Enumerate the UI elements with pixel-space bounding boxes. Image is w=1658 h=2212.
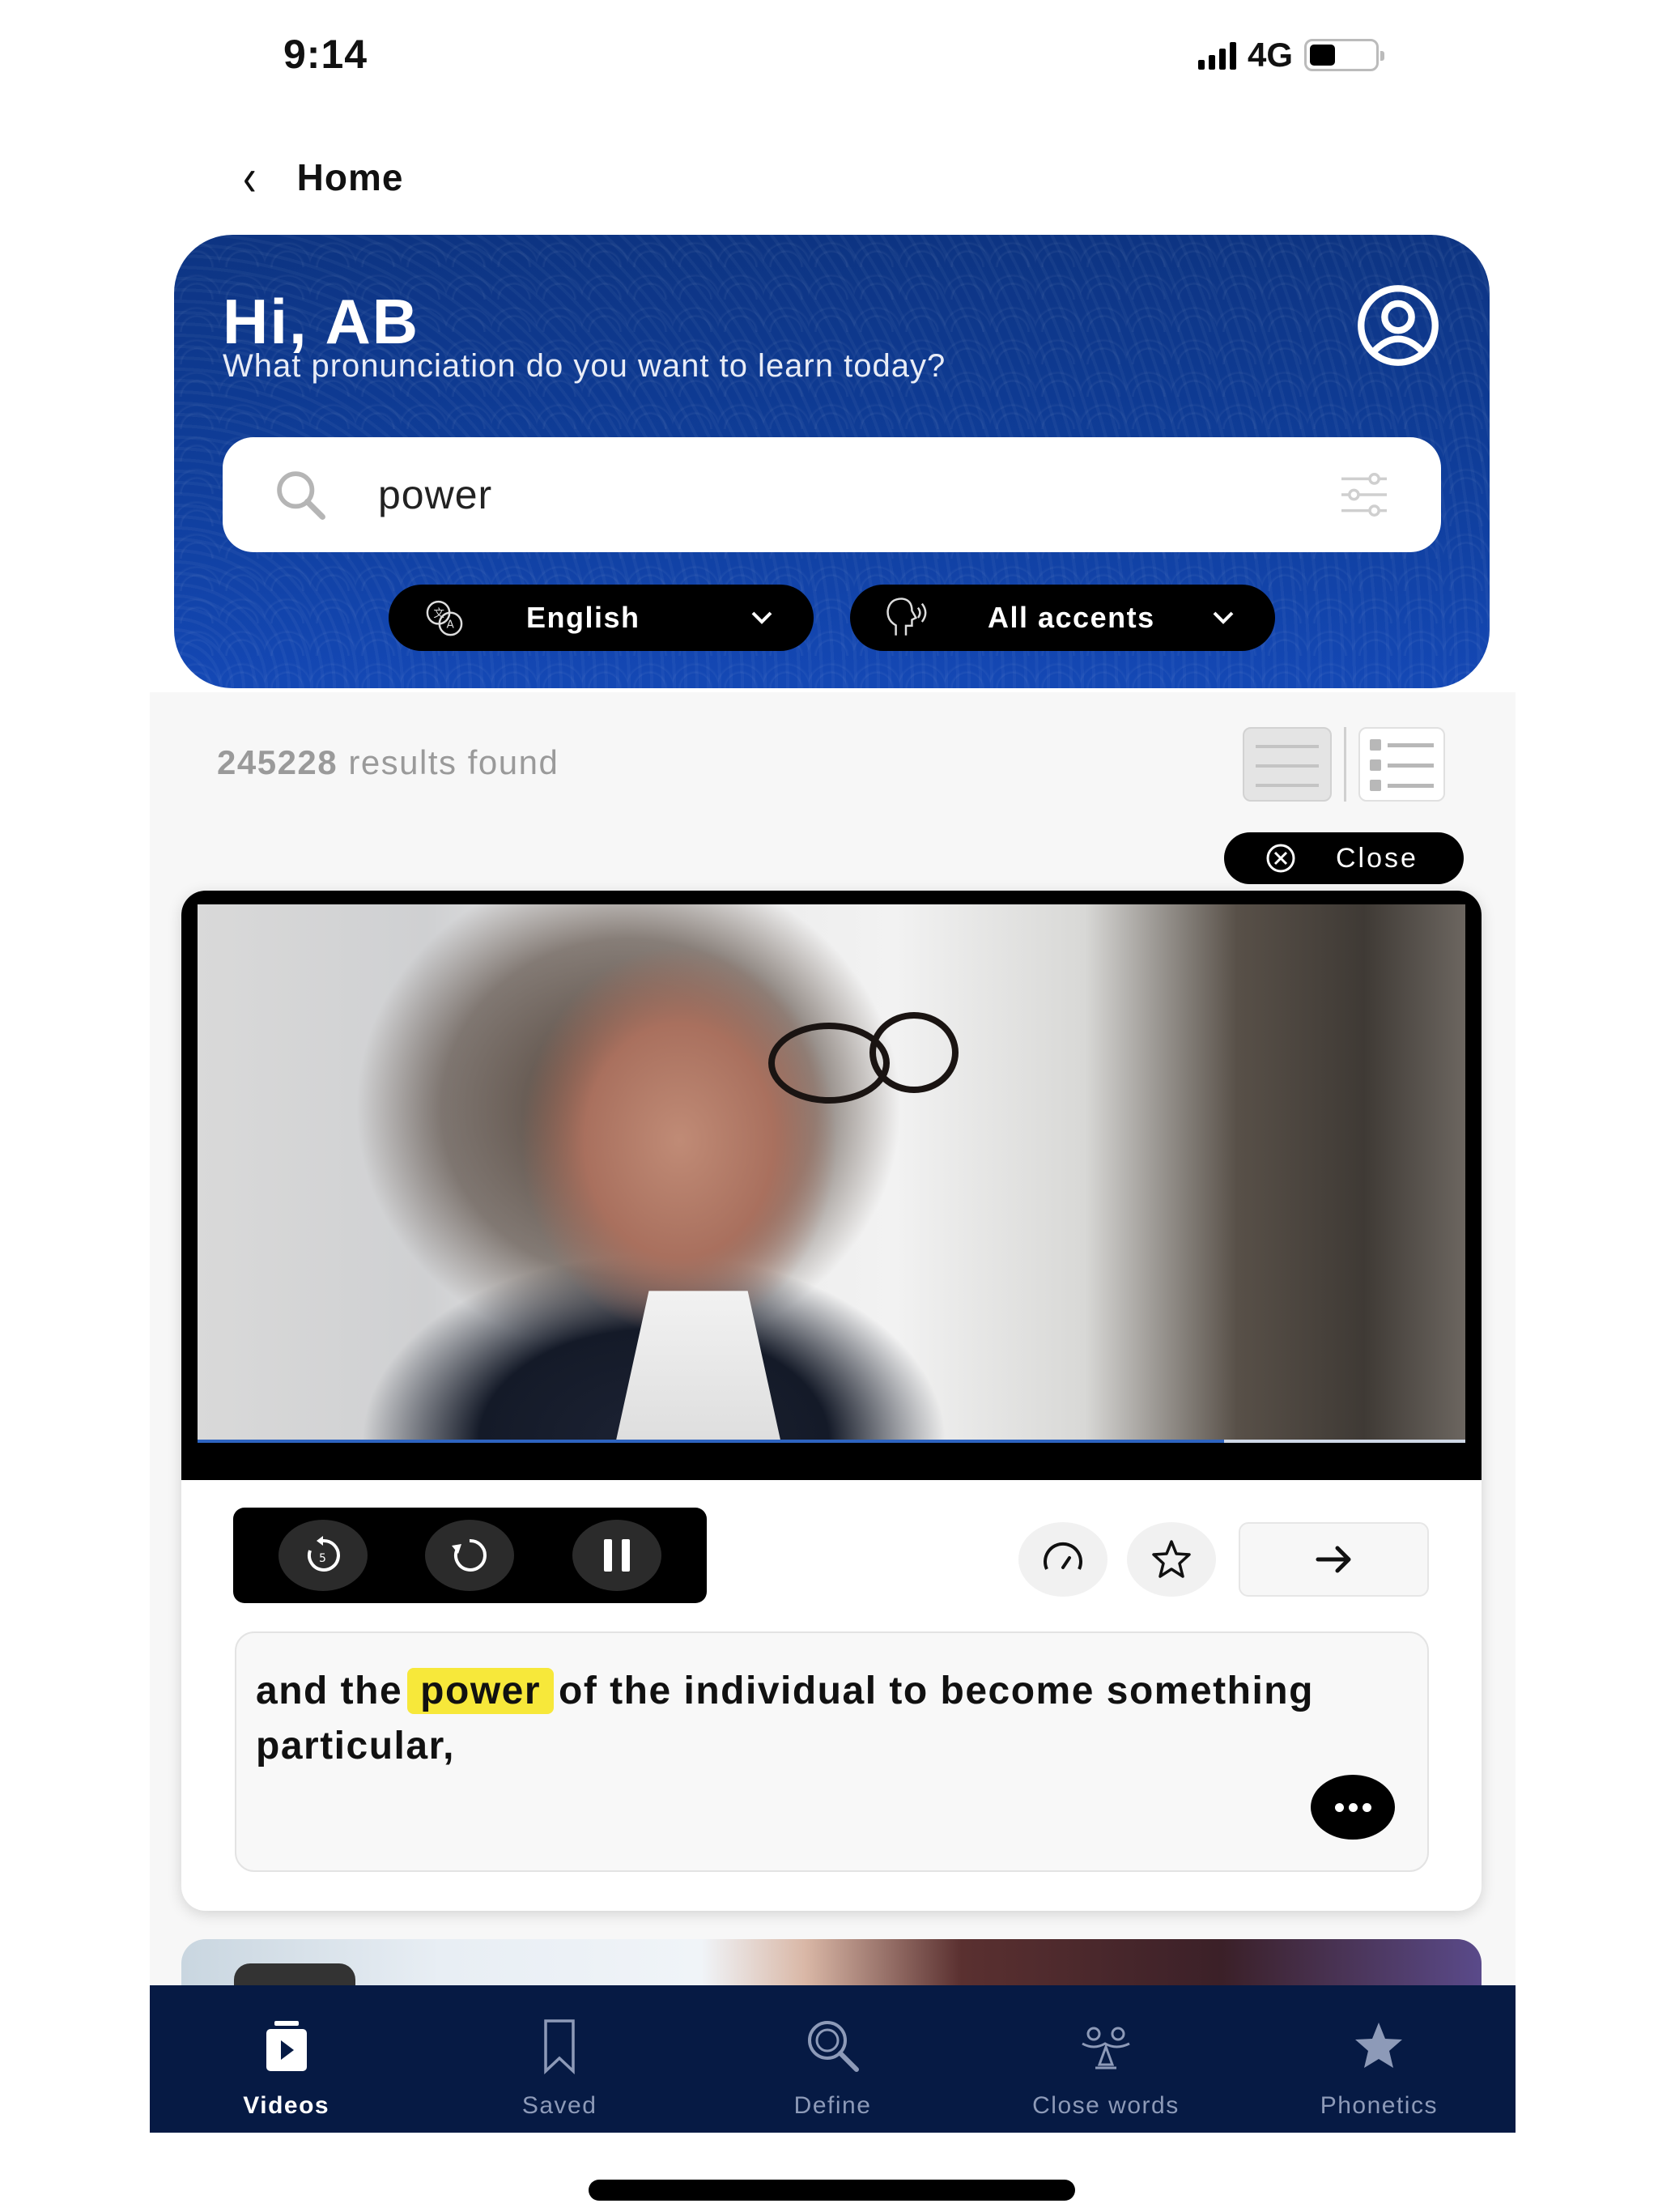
- svg-text:文: 文: [433, 607, 444, 620]
- speedometer-icon: [1044, 1542, 1082, 1570]
- chevron-down-icon: [751, 611, 772, 624]
- caption-before: and the: [256, 1670, 403, 1712]
- magnifier-icon: [807, 2021, 859, 2072]
- accent-dropdown[interactable]: All accents: [850, 585, 1275, 651]
- accent-dropdown-label: All accents: [988, 601, 1155, 634]
- rewind-5-icon: 5: [307, 1536, 340, 1572]
- next-video-button[interactable]: [1239, 1522, 1429, 1597]
- star-icon: [1355, 2023, 1403, 2068]
- svg-text:5: 5: [319, 1552, 326, 1565]
- more-options-button[interactable]: [1311, 1775, 1395, 1840]
- results-count-number: 245228: [217, 743, 338, 781]
- star-outline-icon: [1152, 1540, 1191, 1578]
- results-count: 245228 results found: [217, 743, 559, 782]
- caption-box: and the power of the individual to become …: [235, 1631, 1429, 1872]
- more-dot: [1334, 1802, 1344, 1812]
- battery-icon: [1304, 39, 1385, 71]
- grid-view-toggle[interactable]: [1243, 727, 1332, 802]
- video-card: 5 and the power of the individual to bec…: [181, 891, 1482, 1911]
- video-subject-collar: [615, 1291, 781, 1441]
- header-card: Hi, AB What pronunciation do you want to…: [174, 235, 1490, 688]
- home-indicator[interactable]: [589, 2180, 1075, 2201]
- close-player-button[interactable]: Close: [1224, 832, 1464, 884]
- video-frame: [198, 904, 1465, 1441]
- search-bar: [223, 437, 1441, 552]
- svg-text:A: A: [446, 618, 454, 631]
- bookmark-icon: [544, 2019, 575, 2074]
- video-subject-glasses: [869, 1011, 959, 1093]
- search-icon: [277, 471, 325, 520]
- nav-label: Define: [793, 2092, 872, 2119]
- signal-icon: [1198, 40, 1236, 70]
- replay-icon: [452, 1538, 487, 1572]
- arrow-right-icon: [1316, 1546, 1350, 1573]
- chevron-left-icon: ‹: [243, 147, 257, 207]
- caption-highlight[interactable]: power: [407, 1668, 555, 1714]
- video-progress-fill: [198, 1440, 1225, 1443]
- video-player[interactable]: [181, 891, 1482, 1480]
- header-subtitle: What pronunciation do you want to learn …: [223, 348, 946, 384]
- nav-item-videos[interactable]: Videos: [150, 1985, 423, 2133]
- nav-label: Phonetics: [1320, 2092, 1438, 2119]
- list-view-toggle[interactable]: [1358, 727, 1445, 802]
- back-button[interactable]: ‹ Home: [243, 148, 404, 207]
- search-input[interactable]: [378, 471, 1336, 518]
- speaking-head-icon: [886, 598, 927, 636]
- close-words-icon: [1082, 2027, 1130, 2069]
- filter-settings-icon[interactable]: [1336, 466, 1392, 523]
- translate-icon: 文 A: [426, 600, 463, 636]
- language-dropdown[interactable]: 文 A English: [389, 585, 814, 651]
- rewind-5-button[interactable]: 5: [278, 1520, 368, 1591]
- nav-item-phonetics[interactable]: Phonetics: [1243, 1985, 1516, 2133]
- pause-icon: [604, 1539, 631, 1572]
- video-progress-bar[interactable]: [198, 1440, 1465, 1443]
- nav-item-saved[interactable]: Saved: [423, 1985, 695, 2133]
- pause-button[interactable]: [572, 1520, 662, 1591]
- view-toggle-divider: [1344, 727, 1346, 802]
- video-icon: [266, 2021, 307, 2071]
- status-time: 9:14: [283, 32, 368, 77]
- bottom-navigation: Videos Saved Define Close words Phonetic…: [150, 1985, 1516, 2133]
- playback-controls: 5: [233, 1508, 707, 1603]
- favorite-button[interactable]: [1127, 1522, 1216, 1597]
- back-label: Home: [296, 156, 404, 198]
- more-dot: [1362, 1802, 1371, 1812]
- close-label: Close: [1336, 842, 1418, 874]
- network-type: 4G: [1248, 36, 1294, 74]
- results-count-suffix: results found: [348, 743, 559, 781]
- nav-item-define[interactable]: Define: [696, 1985, 969, 2133]
- nav-label: Close words: [1032, 2092, 1180, 2119]
- chevron-down-icon: [1213, 611, 1234, 624]
- close-circle-icon: [1266, 844, 1295, 873]
- caption-text: and the power of the individual to become …: [256, 1664, 1408, 1774]
- profile-button[interactable]: [1356, 283, 1440, 368]
- nav-label: Saved: [521, 2092, 597, 2119]
- more-dot: [1348, 1802, 1358, 1812]
- playback-speed-button[interactable]: [1018, 1522, 1107, 1597]
- status-indicators: 4G: [1198, 36, 1385, 74]
- user-circle-icon: [1358, 285, 1439, 366]
- nav-label: Videos: [243, 2092, 330, 2119]
- language-dropdown-label: English: [526, 601, 640, 634]
- replay-button[interactable]: [425, 1520, 515, 1591]
- nav-item-close-words[interactable]: Close words: [969, 1985, 1242, 2133]
